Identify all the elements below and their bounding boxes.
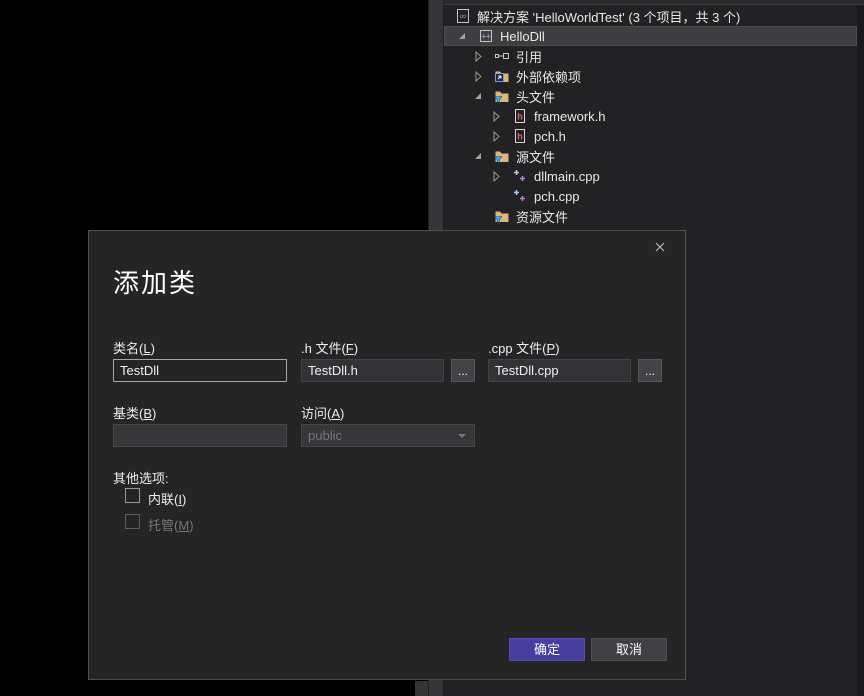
tree-item-label: 解决方案 'HelloWorldTest' (3 个项目，共 3 个) [477, 7, 740, 26]
arrow-spacer [488, 188, 504, 204]
h-file-icon: h [512, 108, 528, 124]
tree-item-references[interactable]: 引用 [444, 46, 857, 66]
window-edge-stub [415, 681, 428, 696]
tree-item-pch-cpp[interactable]: pch.cpp [444, 186, 857, 206]
cpp-file-label: .cpp 文件(P) [488, 338, 560, 357]
cpp-file-browse-button[interactable]: ... [638, 359, 662, 382]
arrow-spacer [470, 208, 486, 224]
ok-button[interactable]: 确定 [509, 638, 585, 661]
filtered-folder-icon [494, 208, 510, 224]
svg-text:∞: ∞ [460, 11, 466, 21]
svg-text:h: h [517, 112, 523, 122]
tree-item-label: dllmain.cpp [534, 169, 600, 184]
collapse-arrow-icon[interactable] [488, 168, 504, 184]
chevron-down-icon [458, 434, 466, 438]
cancel-button[interactable]: 取消 [591, 638, 667, 661]
expand-arrow-icon[interactable] [470, 148, 486, 164]
add-class-dialog: 添加类 类名(L) .h 文件(F) .cpp 文件(P) ... ... 基类… [88, 230, 686, 680]
filtered-folder-icon [494, 148, 510, 164]
tree-item-label: pch.cpp [534, 189, 580, 204]
inline-checkbox-label[interactable]: 内联(I) [148, 489, 186, 508]
tree-item-framework-h[interactable]: h framework.h [444, 106, 857, 126]
cpp-file-icon [512, 188, 528, 204]
h-file-label: .h 文件(F) [301, 338, 358, 357]
dialog-title: 添加类 [113, 263, 197, 300]
collapse-arrow-icon[interactable] [488, 128, 504, 144]
tree-item-label: pch.h [534, 129, 566, 144]
tree-item-pch-h[interactable]: h pch.h [444, 126, 857, 146]
tree-item-hellodll[interactable]: ++ HelloDll [444, 26, 857, 46]
explorer-toolbar-edge [444, 0, 864, 5]
access-label: 访问(A) [301, 403, 344, 422]
vertical-scrollbar[interactable] [857, 6, 864, 696]
access-combobox[interactable]: public [301, 424, 475, 447]
solution-icon: ∞ [455, 8, 471, 24]
svg-text:h: h [517, 132, 523, 142]
expand-arrow-icon[interactable] [454, 28, 470, 44]
cpp-file-icon [512, 168, 528, 184]
references-icon [494, 48, 510, 64]
tree-item-solution[interactable]: ∞ 解决方案 'HelloWorldTest' (3 个项目，共 3 个) [444, 6, 857, 26]
managed-checkbox-label: 托管(M) [148, 515, 194, 534]
h-file-icon: h [512, 128, 528, 144]
h-file-browse-button[interactable]: ... [451, 359, 475, 382]
svg-text:++: ++ [481, 32, 491, 41]
cpp-file-input[interactable] [488, 359, 631, 382]
tree-item-label: 头文件 [516, 87, 555, 106]
external-dependencies-icon [494, 68, 510, 84]
tree-item-external-dependencies[interactable]: 外部依赖项 [444, 66, 857, 86]
inline-checkbox[interactable] [125, 488, 140, 503]
tree-item-label: 引用 [516, 47, 542, 66]
access-combobox-value: public [308, 428, 342, 443]
tree-item-resource-files[interactable]: 资源文件 [444, 206, 857, 226]
h-file-input[interactable] [301, 359, 444, 382]
collapse-arrow-icon[interactable] [470, 48, 486, 64]
other-options-label: 其他选项: [113, 468, 169, 487]
class-name-input[interactable] [113, 359, 287, 382]
close-button[interactable] [651, 240, 669, 258]
collapse-arrow-icon[interactable] [488, 108, 504, 124]
base-class-label: 基类(B) [113, 403, 156, 422]
tree-item-dllmain-cpp[interactable]: dllmain.cpp [444, 166, 857, 186]
base-class-input[interactable] [113, 424, 287, 447]
expand-arrow-icon[interactable] [470, 88, 486, 104]
tree-item-label: 外部依赖项 [516, 67, 581, 86]
screen: ∞ 解决方案 'HelloWorldTest' (3 个项目，共 3 个) ++… [0, 0, 864, 696]
tree-item-label: framework.h [534, 109, 606, 124]
tree-item-label: 资源文件 [516, 207, 568, 226]
filtered-folder-icon [494, 88, 510, 104]
cpp-project-icon: ++ [478, 28, 494, 44]
tree-item-source-files[interactable]: 源文件 [444, 146, 857, 166]
class-name-label: 类名(L) [113, 338, 155, 357]
tree-item-label: HelloDll [500, 29, 545, 44]
managed-checkbox [125, 514, 140, 529]
tree-item-label: 源文件 [516, 147, 555, 166]
tree-item-header-files[interactable]: 头文件 [444, 86, 857, 106]
collapse-arrow-icon[interactable] [470, 68, 486, 84]
close-icon [653, 240, 667, 259]
solution-tree: ∞ 解决方案 'HelloWorldTest' (3 个项目，共 3 个) ++… [444, 6, 857, 226]
